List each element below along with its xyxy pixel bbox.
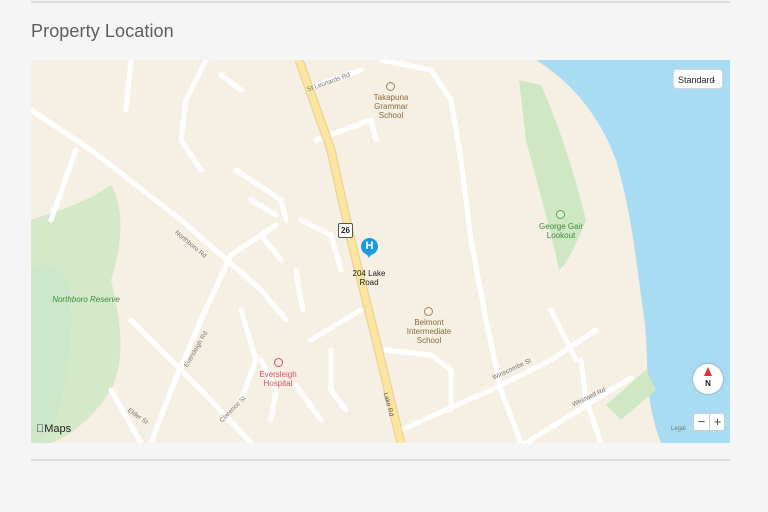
compass-needle-icon	[704, 367, 712, 376]
map-type-select[interactable]: Standard ⌄	[673, 69, 723, 89]
school-icon	[424, 307, 433, 316]
poi-george-gair-lookout[interactable]: George Gair Lookout	[531, 222, 591, 240]
apple-logo-icon: 	[36, 423, 44, 435]
bottom-divider	[31, 459, 730, 461]
compass-button[interactable]: N	[693, 364, 723, 394]
poi-takapuna-grammar[interactable]: Takapuna Grammar School	[366, 93, 416, 120]
zoom-in-button[interactable]: +	[710, 414, 725, 430]
poi-belmont-intermediate[interactable]: Belmont Intermediate School	[401, 318, 457, 345]
maps-brand: Maps	[36, 423, 71, 435]
poi-eversleigh-hospital[interactable]: Eversleigh Hospital	[253, 370, 303, 388]
park-icon	[556, 210, 565, 219]
poi-northboro-reserve[interactable]: Northboro Reserve	[51, 295, 121, 304]
legal-link[interactable]: Legal	[671, 426, 686, 432]
park-lookout	[519, 80, 586, 270]
property-marker-icon[interactable]: H	[361, 238, 378, 258]
zoom-control: − +	[693, 413, 725, 431]
park-reserve	[31, 185, 121, 443]
zoom-out-button[interactable]: −	[694, 414, 710, 430]
route-shield: 26	[338, 223, 353, 238]
school-icon	[386, 82, 395, 91]
section-title: Property Location	[31, 21, 174, 41]
top-divider	[31, 1, 730, 3]
map-view[interactable]: Takapuna Grammar School George Gair Look…	[31, 60, 730, 443]
property-marker-label: 204 Lake Road	[352, 269, 386, 287]
hospital-icon	[274, 358, 283, 367]
chevron-down-icon: ⌄	[710, 75, 717, 84]
